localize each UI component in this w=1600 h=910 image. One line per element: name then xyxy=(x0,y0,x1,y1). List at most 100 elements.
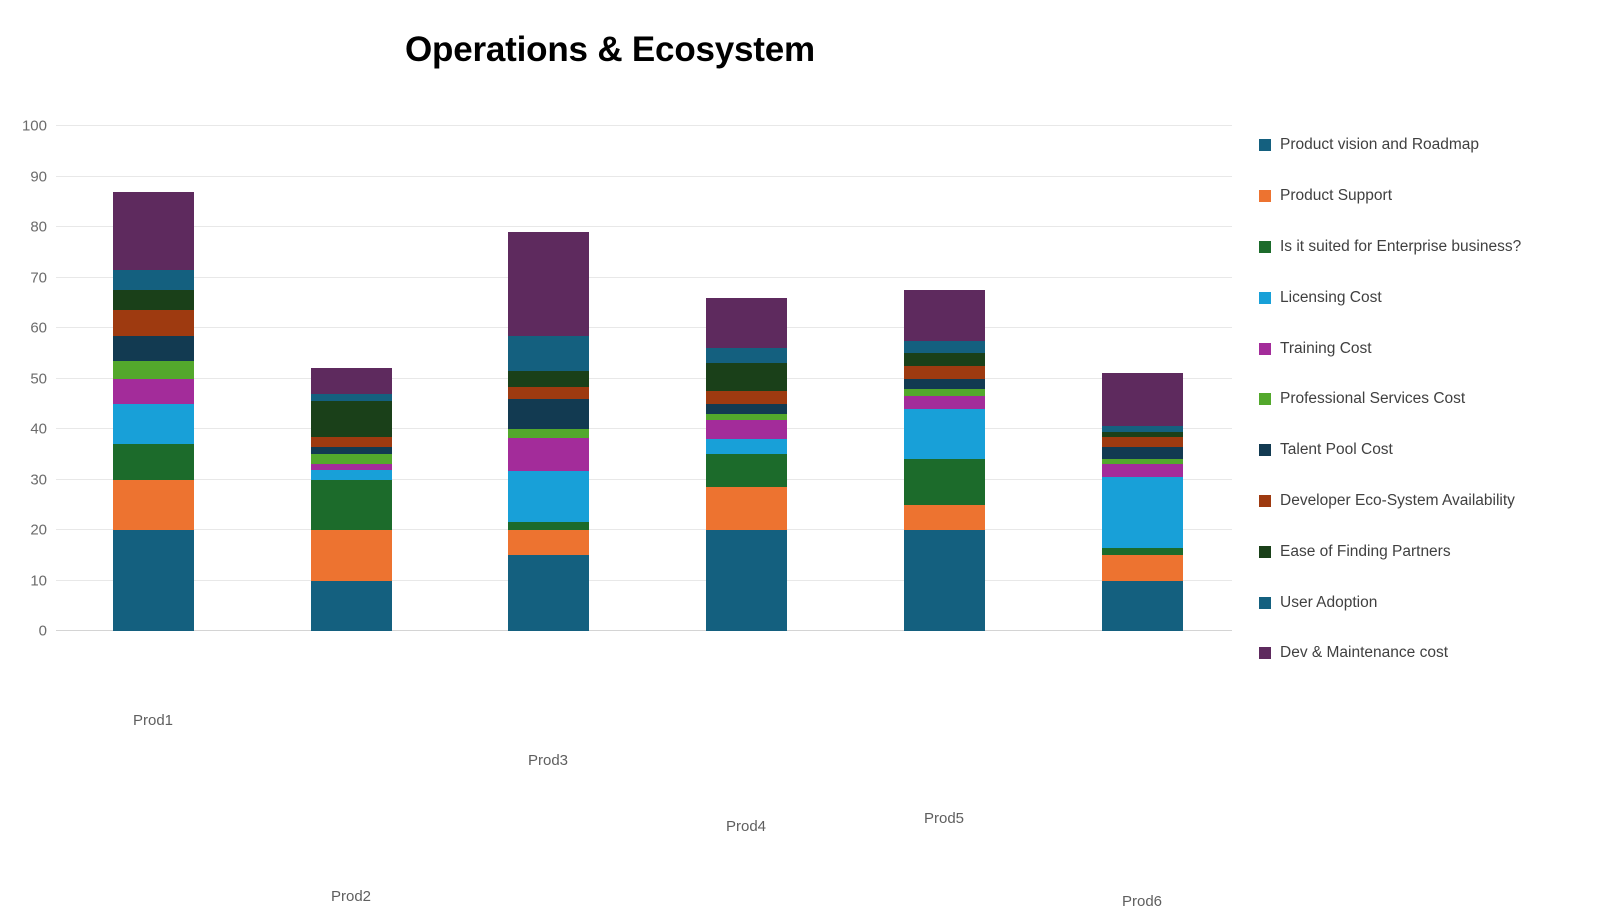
bar-segment[interactable] xyxy=(310,401,392,437)
bar-segment[interactable] xyxy=(310,580,392,631)
bar-segment[interactable] xyxy=(705,348,787,364)
bar-segment[interactable] xyxy=(112,530,194,631)
x-axis-tick-label: Prod2 xyxy=(330,888,372,906)
legend-item[interactable]: Is it suited for Enterprise business? xyxy=(1259,222,1589,273)
bar-segment[interactable] xyxy=(1101,459,1183,465)
legend-swatch-icon xyxy=(1259,647,1271,660)
legend-item[interactable]: Product vision and Roadmap xyxy=(1259,120,1589,171)
bar-segment[interactable] xyxy=(705,487,787,530)
bar-segment[interactable] xyxy=(310,454,392,465)
bar-segment[interactable] xyxy=(112,378,194,404)
legend-swatch-icon xyxy=(1259,494,1271,507)
bar-segment[interactable] xyxy=(1101,436,1183,447)
legend-item[interactable]: Professional Services Cost xyxy=(1259,374,1589,425)
legend-item[interactable]: Developer Eco-System Availability xyxy=(1259,476,1589,527)
bar-segment[interactable] xyxy=(112,403,194,445)
bar-segment[interactable] xyxy=(507,530,589,556)
bar-segment[interactable] xyxy=(705,439,787,455)
bar-segment[interactable] xyxy=(705,391,787,404)
bar-segment[interactable] xyxy=(1101,547,1183,556)
bar-segment[interactable] xyxy=(112,290,194,311)
legend-item[interactable]: Product Support xyxy=(1259,171,1589,222)
bar-segment[interactable] xyxy=(507,522,589,530)
legend-label: Professional Services Cost xyxy=(1280,390,1466,408)
bar-segment[interactable] xyxy=(705,297,787,349)
bar-prod1[interactable]: Prod1 xyxy=(112,191,194,729)
bar-segment[interactable] xyxy=(310,436,392,447)
bar-segment[interactable] xyxy=(112,269,194,291)
bar-segment[interactable] xyxy=(310,393,392,402)
y-axis-tick-label: 0 xyxy=(38,622,47,640)
legend-swatch-icon xyxy=(1259,393,1271,406)
gridline xyxy=(56,175,1232,177)
bar-segment[interactable] xyxy=(310,470,392,480)
bar-segment[interactable] xyxy=(112,479,194,530)
chart-title: Operations & Ecosystem xyxy=(405,30,815,69)
bar-segment[interactable] xyxy=(1101,477,1183,548)
bar-segment[interactable] xyxy=(1101,373,1183,427)
bar-segment[interactable] xyxy=(705,413,787,420)
bar-segment[interactable] xyxy=(705,363,787,392)
bar-segment[interactable] xyxy=(903,530,985,631)
bar-segment[interactable] xyxy=(112,191,194,270)
bar-segment[interactable] xyxy=(903,408,985,460)
legend-item[interactable]: Dev & Maintenance cost xyxy=(1259,628,1589,679)
bar-segment[interactable] xyxy=(1101,431,1183,437)
bar-segment[interactable] xyxy=(903,459,985,505)
bar-segment[interactable] xyxy=(903,353,985,366)
legend-label: Training Cost xyxy=(1280,339,1372,357)
bar-segment[interactable] xyxy=(507,437,589,471)
bar-segment[interactable] xyxy=(310,464,392,471)
bar-segment[interactable] xyxy=(903,290,985,341)
legend-label: Talent Pool Cost xyxy=(1280,441,1393,459)
bar-prod4[interactable]: Prod4 xyxy=(705,297,787,835)
bar-segment[interactable] xyxy=(903,378,985,389)
bar-segment[interactable] xyxy=(1101,446,1183,460)
gridline xyxy=(56,630,1232,631)
bar-segment[interactable] xyxy=(310,479,392,530)
bar-segment[interactable] xyxy=(1101,464,1183,477)
bar-segment[interactable] xyxy=(705,530,787,631)
legend-item[interactable]: Talent Pool Cost xyxy=(1259,425,1589,476)
bar-segment[interactable] xyxy=(112,444,194,480)
legend-label: User Adoption xyxy=(1280,593,1378,611)
bar-segment[interactable] xyxy=(507,387,589,399)
bar-segment[interactable] xyxy=(310,368,392,394)
bar-segment[interactable] xyxy=(1101,580,1183,631)
bar-segment[interactable] xyxy=(705,403,787,414)
bar-segment[interactable] xyxy=(507,429,589,438)
legend-item[interactable]: Licensing Cost xyxy=(1259,272,1589,323)
legend-item[interactable]: User Adoption xyxy=(1259,577,1589,628)
bar-prod3[interactable]: Prod3 xyxy=(507,232,589,769)
gridline xyxy=(56,579,1232,581)
legend-item[interactable]: Ease of Finding Partners xyxy=(1259,526,1589,577)
bar-segment[interactable] xyxy=(705,454,787,488)
bar-segment[interactable] xyxy=(903,388,985,397)
bar-segment[interactable] xyxy=(705,419,787,440)
bar-segment[interactable] xyxy=(507,398,589,429)
bar-segment[interactable] xyxy=(903,396,985,409)
bar-segment[interactable] xyxy=(507,470,589,523)
y-axis-tick-label: 30 xyxy=(30,471,47,488)
bar-segment[interactable] xyxy=(1101,555,1183,581)
bar-segment[interactable] xyxy=(310,446,392,455)
bar-segment[interactable] xyxy=(112,335,194,361)
bar-prod2[interactable]: Prod2 xyxy=(310,368,392,905)
bar-segment[interactable] xyxy=(310,530,392,581)
bar-segment[interactable] xyxy=(1101,426,1183,432)
bar-segment[interactable] xyxy=(507,555,589,631)
legend-label: Product vision and Roadmap xyxy=(1280,136,1480,154)
bar-prod5[interactable]: Prod5 xyxy=(903,290,985,827)
bar-segment[interactable] xyxy=(507,335,589,371)
legend-item[interactable]: Training Cost xyxy=(1259,323,1589,374)
bar-prod6[interactable]: Prod6 xyxy=(1101,373,1183,910)
bar-segment[interactable] xyxy=(903,504,985,530)
y-axis-tick-label: 80 xyxy=(30,218,47,236)
gridline xyxy=(56,377,1232,379)
bar-segment[interactable] xyxy=(507,232,589,336)
bar-segment[interactable] xyxy=(903,365,985,379)
bar-segment[interactable] xyxy=(903,340,985,354)
bar-segment[interactable] xyxy=(112,310,194,336)
bar-segment[interactable] xyxy=(507,370,589,388)
bar-segment[interactable] xyxy=(112,360,194,379)
